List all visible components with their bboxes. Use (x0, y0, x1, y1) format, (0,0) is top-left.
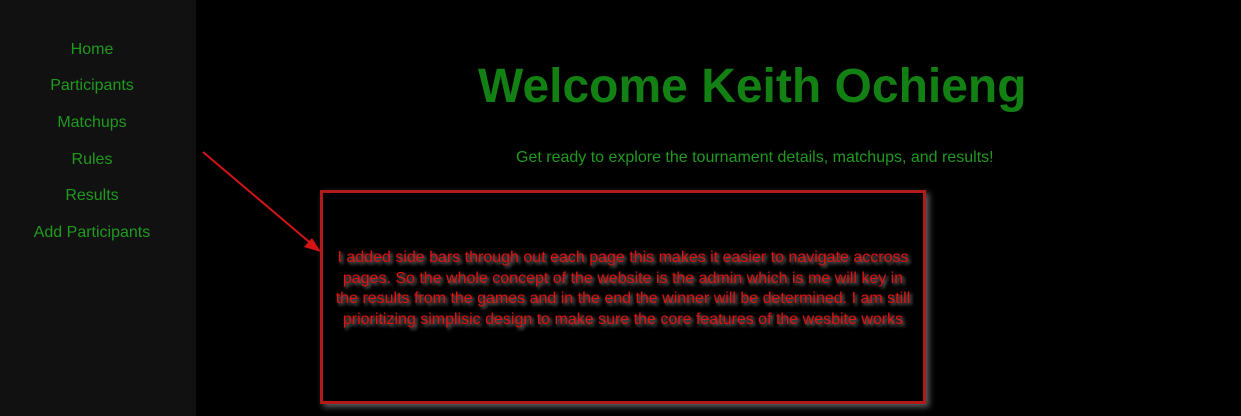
sidebar-item-results[interactable]: Results (0, 186, 184, 206)
sidebar-item-home[interactable]: Home (0, 40, 184, 60)
main-content: Welcome Keith Ochieng Get ready to explo… (196, 0, 1241, 416)
annotation-box: I added side bars through out each page … (320, 190, 926, 404)
page-title: Welcome Keith Ochieng (478, 60, 1027, 113)
sidebar-item-participants[interactable]: Participants (0, 76, 184, 96)
sidebar: Home Participants Matchups Rules Results… (0, 0, 196, 416)
sidebar-item-add-participants[interactable]: Add Participants (0, 223, 184, 243)
page-subtitle: Get ready to explore the tournament deta… (516, 149, 994, 166)
annotation-text: I added side bars through out each page … (335, 249, 911, 328)
sidebar-item-rules[interactable]: Rules (0, 150, 184, 170)
sidebar-item-matchups[interactable]: Matchups (0, 113, 184, 133)
